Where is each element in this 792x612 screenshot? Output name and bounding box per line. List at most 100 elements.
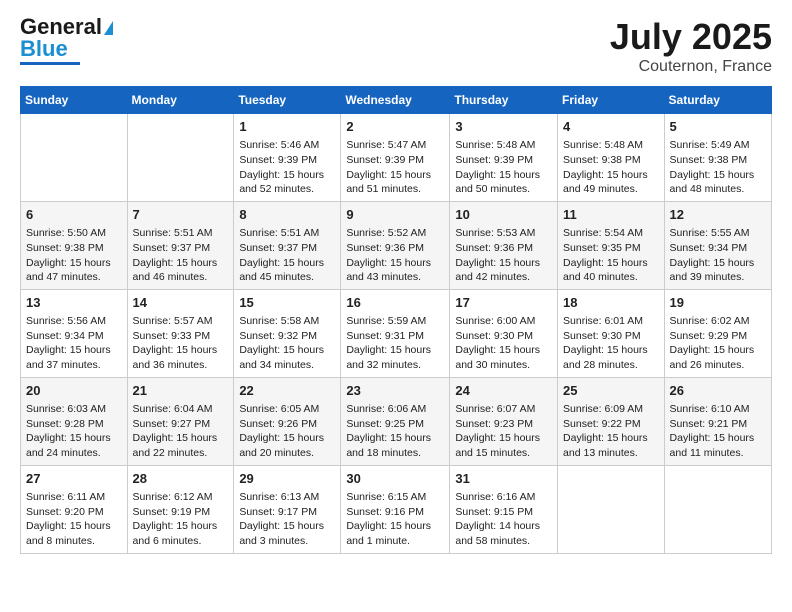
week-row-1: 6 Sunrise: 5:50 AM Sunset: 9:38 PM Daylig… (21, 201, 772, 289)
day-number: 7 (133, 206, 229, 224)
calendar-cell: 1Sunrise: 5:46 AM Sunset: 9:39 PM Daylig… (234, 114, 341, 202)
calendar-cell: 10Sunrise: 5:53 AM Sunset: 9:36 PM Dayli… (450, 201, 558, 289)
header-saturday: Saturday (664, 87, 771, 114)
day-number: 1 (239, 118, 335, 136)
title-block: July 2025 Couternon, France (610, 16, 772, 76)
calendar-cell: 12 Sunrise: 5:55 AM Sunset: 9:34 PM Dayli… (664, 201, 771, 289)
day-number: 22 (239, 382, 335, 400)
day-info: Sunrise: 5:59 AM Sunset: 9:31 PM Dayligh… (346, 314, 444, 373)
day-number: 3 (455, 118, 552, 136)
day-info: Sunrise: 6:01 AM Sunset: 9:30 PM Dayligh… (563, 314, 659, 373)
day-number: 4 (563, 118, 659, 136)
day-info: Sunrise: 5:55 AM Sunset: 9:34 PM Dayligh… (670, 226, 766, 285)
day-number: 21 (133, 382, 229, 400)
calendar-cell: 4 Sunrise: 5:48 AM Sunset: 9:38 PM Daylig… (558, 114, 665, 202)
day-info: Sunrise: 6:15 AM Sunset: 9:16 PM Dayligh… (346, 490, 444, 549)
calendar-cell: 14 Sunrise: 5:57 AM Sunset: 9:33 PM Dayli… (127, 289, 234, 377)
calendar-cell: 15 Sunrise: 5:58 AM Sunset: 9:32 PM Dayli… (234, 289, 341, 377)
calendar-cell: 21Sunrise: 6:04 AM Sunset: 9:27 PM Dayli… (127, 377, 234, 465)
day-info: Sunrise: 6:06 AM Sunset: 9:25 PM Dayligh… (346, 402, 444, 461)
calendar-cell: 3 Sunrise: 5:48 AM Sunset: 9:39 PM Daylig… (450, 114, 558, 202)
day-info: Sunrise: 6:13 AM Sunset: 9:17 PM Dayligh… (239, 490, 335, 549)
calendar-cell: 16 Sunrise: 5:59 AM Sunset: 9:31 PM Dayli… (341, 289, 450, 377)
day-number: 5 (670, 118, 766, 136)
day-info: Sunrise: 6:02 AM Sunset: 9:29 PM Dayligh… (670, 314, 766, 373)
day-info: Sunrise: 5:58 AM Sunset: 9:32 PM Dayligh… (239, 314, 335, 373)
week-row-2: 13 Sunrise: 5:56 AM Sunset: 9:34 PM Dayli… (21, 289, 772, 377)
day-number: 28 (133, 470, 229, 488)
day-info: Sunrise: 5:48 AM Sunset: 9:39 PM Dayligh… (455, 138, 552, 197)
header-thursday: Thursday (450, 87, 558, 114)
logo-underline (20, 62, 80, 65)
header-monday: Monday (127, 87, 234, 114)
calendar-cell: 31 Sunrise: 6:16 AM Sunset: 9:15 PM Dayli… (450, 465, 558, 553)
month-title: July 2025 (610, 16, 772, 58)
calendar-cell (21, 114, 128, 202)
day-info: Sunrise: 5:50 AM Sunset: 9:38 PM Dayligh… (26, 226, 122, 285)
day-info: Sunrise: 5:51 AM Sunset: 9:37 PM Dayligh… (239, 226, 335, 285)
calendar-table: SundayMondayTuesdayWednesdayThursdayFrid… (20, 86, 772, 554)
day-number: 25 (563, 382, 659, 400)
day-number: 24 (455, 382, 552, 400)
calendar-cell: 5 Sunrise: 5:49 AM Sunset: 9:38 PM Daylig… (664, 114, 771, 202)
calendar-cell: 8 Sunrise: 5:51 AM Sunset: 9:37 PM Daylig… (234, 201, 341, 289)
calendar-cell: 25 Sunrise: 6:09 AM Sunset: 9:22 PM Dayli… (558, 377, 665, 465)
calendar-header-row: SundayMondayTuesdayWednesdayThursdayFrid… (21, 87, 772, 114)
day-number: 14 (133, 294, 229, 312)
day-number: 26 (670, 382, 766, 400)
header-sunday: Sunday (21, 87, 128, 114)
day-info: Sunrise: 5:57 AM Sunset: 9:33 PM Dayligh… (133, 314, 229, 373)
day-info: Sunrise: 6:09 AM Sunset: 9:22 PM Dayligh… (563, 402, 659, 461)
day-number: 19 (670, 294, 766, 312)
calendar-cell: 7 Sunrise: 5:51 AM Sunset: 9:37 PM Daylig… (127, 201, 234, 289)
day-number: 31 (455, 470, 552, 488)
day-number: 27 (26, 470, 122, 488)
day-info: Sunrise: 6:12 AM Sunset: 9:19 PM Dayligh… (133, 490, 229, 549)
logo-text: General (20, 16, 113, 38)
calendar-cell: 20Sunrise: 6:03 AM Sunset: 9:28 PM Dayli… (21, 377, 128, 465)
day-info: Sunrise: 5:51 AM Sunset: 9:37 PM Dayligh… (133, 226, 229, 285)
header-tuesday: Tuesday (234, 87, 341, 114)
day-number: 6 (26, 206, 122, 224)
day-info: Sunrise: 5:48 AM Sunset: 9:38 PM Dayligh… (563, 138, 659, 197)
calendar-cell: 11Sunrise: 5:54 AM Sunset: 9:35 PM Dayli… (558, 201, 665, 289)
calendar-cell: 6 Sunrise: 5:50 AM Sunset: 9:38 PM Daylig… (21, 201, 128, 289)
page-header: General Blue July 2025 Couternon, France (20, 16, 772, 76)
day-number: 10 (455, 206, 552, 224)
day-info: Sunrise: 6:03 AM Sunset: 9:28 PM Dayligh… (26, 402, 122, 461)
calendar-cell: 13 Sunrise: 5:56 AM Sunset: 9:34 PM Dayli… (21, 289, 128, 377)
calendar-cell: 27Sunrise: 6:11 AM Sunset: 9:20 PM Dayli… (21, 465, 128, 553)
day-info: Sunrise: 5:56 AM Sunset: 9:34 PM Dayligh… (26, 314, 122, 373)
calendar-cell: 28 Sunrise: 6:12 AM Sunset: 9:19 PM Dayli… (127, 465, 234, 553)
day-info: Sunrise: 5:49 AM Sunset: 9:38 PM Dayligh… (670, 138, 766, 197)
calendar-cell: 30 Sunrise: 6:15 AM Sunset: 9:16 PM Dayli… (341, 465, 450, 553)
day-number: 23 (346, 382, 444, 400)
day-number: 15 (239, 294, 335, 312)
day-number: 8 (239, 206, 335, 224)
calendar-cell: 9Sunrise: 5:52 AM Sunset: 9:36 PM Daylig… (341, 201, 450, 289)
calendar-cell: 29Sunrise: 6:13 AM Sunset: 9:17 PM Dayli… (234, 465, 341, 553)
calendar-cell: 18Sunrise: 6:01 AM Sunset: 9:30 PM Dayli… (558, 289, 665, 377)
day-number: 12 (670, 206, 766, 224)
day-info: Sunrise: 6:05 AM Sunset: 9:26 PM Dayligh… (239, 402, 335, 461)
day-info: Sunrise: 6:00 AM Sunset: 9:30 PM Dayligh… (455, 314, 552, 373)
calendar-cell: 24Sunrise: 6:07 AM Sunset: 9:23 PM Dayli… (450, 377, 558, 465)
calendar-cell: 26 Sunrise: 6:10 AM Sunset: 9:21 PM Dayli… (664, 377, 771, 465)
day-number: 30 (346, 470, 444, 488)
day-number: 16 (346, 294, 444, 312)
day-info: Sunrise: 6:10 AM Sunset: 9:21 PM Dayligh… (670, 402, 766, 461)
day-info: Sunrise: 6:16 AM Sunset: 9:15 PM Dayligh… (455, 490, 552, 549)
day-info: Sunrise: 5:52 AM Sunset: 9:36 PM Dayligh… (346, 226, 444, 285)
day-number: 2 (346, 118, 444, 136)
week-row-0: 1Sunrise: 5:46 AM Sunset: 9:39 PM Daylig… (21, 114, 772, 202)
calendar-cell (558, 465, 665, 553)
calendar-cell: 17Sunrise: 6:00 AM Sunset: 9:30 PM Dayli… (450, 289, 558, 377)
header-wednesday: Wednesday (341, 87, 450, 114)
day-info: Sunrise: 5:47 AM Sunset: 9:39 PM Dayligh… (346, 138, 444, 197)
day-number: 11 (563, 206, 659, 224)
calendar-cell (664, 465, 771, 553)
week-row-4: 27Sunrise: 6:11 AM Sunset: 9:20 PM Dayli… (21, 465, 772, 553)
day-number: 13 (26, 294, 122, 312)
location-title: Couternon, France (610, 58, 772, 76)
logo-blue: Blue (20, 38, 68, 60)
